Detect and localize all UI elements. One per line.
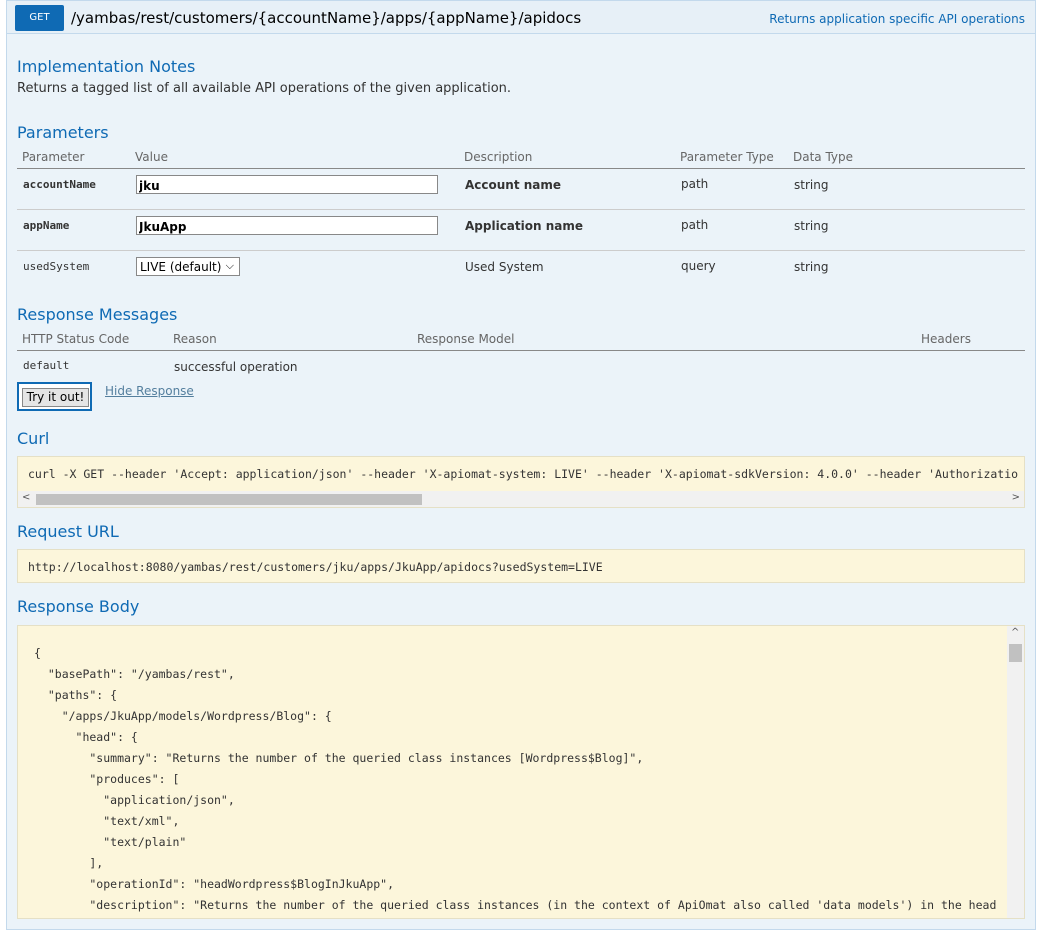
response-body-line: { xyxy=(34,646,41,660)
usedSystem-select-value: LIVE (default) xyxy=(140,260,222,274)
param-desc-appName: Application name xyxy=(465,219,584,233)
resp-col-status: HTTP Status Code xyxy=(22,332,130,346)
param-type-usedSystem: query xyxy=(681,259,716,273)
param-name-appName: appName xyxy=(23,219,70,232)
response-body-line: "application/json", xyxy=(34,793,235,807)
resp-code: default xyxy=(23,359,70,372)
param-desc-accountName: Account name xyxy=(465,178,562,192)
param-type-appName: path xyxy=(681,218,709,232)
endpoint-path[interactable]: /yambas/rest/customers/{accountName}/app… xyxy=(71,9,581,27)
response-body-line: "paths": { xyxy=(34,688,118,702)
method-badge[interactable]: GET xyxy=(15,5,64,31)
response-body-vertical-scrollbar[interactable]: ^ xyxy=(1007,626,1024,918)
parameters-heading: Parameters xyxy=(17,123,109,142)
param-col-parameter: Parameter xyxy=(22,150,85,164)
usedSystem-select[interactable]: LIVE (default) ⌵ xyxy=(136,257,240,276)
param-name-usedSystem: usedSystem xyxy=(23,260,90,273)
response-body-line: "text/plain" xyxy=(34,835,187,849)
response-body-line: "produces": [ xyxy=(34,772,180,786)
resp-reason: successful operation xyxy=(174,360,298,374)
response-messages-heading: Response Messages xyxy=(17,305,178,324)
try-it-out-label: Try it out! xyxy=(22,388,89,407)
response-body-line: "basePath": "/yambas/rest", xyxy=(34,667,235,681)
param-row-divider xyxy=(17,250,1025,251)
resp-col-headers: Headers xyxy=(921,332,971,346)
resp-col-model: Response Model xyxy=(417,332,515,346)
response-body-scroll-thumb[interactable] xyxy=(1009,644,1022,662)
arrow-up-icon[interactable]: ^ xyxy=(1011,627,1019,638)
response-body-block[interactable]: ^ { "basePath": "/yambas/rest", "paths":… xyxy=(17,625,1025,919)
try-it-out-button[interactable]: Try it out! xyxy=(17,382,92,411)
response-body-line: "description": "Returns the number of th… xyxy=(34,898,997,912)
param-col-value: Value xyxy=(135,150,168,164)
resp-col-reason: Reason xyxy=(173,332,217,346)
accountName-input[interactable] xyxy=(136,175,438,194)
response-body-line: "head": { xyxy=(34,730,138,744)
request-url-text: http://localhost:8080/yambas/rest/custom… xyxy=(28,560,603,574)
arrow-right-icon[interactable]: > xyxy=(1012,492,1020,503)
param-header-divider xyxy=(17,168,1025,169)
response-body-line: ], xyxy=(34,856,104,870)
param-desc-usedSystem: Used System xyxy=(465,260,544,274)
curl-scroll-thumb[interactable] xyxy=(36,494,422,505)
operation-header[interactable]: GET /yambas/rest/customers/{accountName}… xyxy=(6,0,1036,34)
arrow-left-icon[interactable]: < xyxy=(22,492,30,503)
param-datatype-appName: string xyxy=(794,219,829,233)
response-body-line: "/apps/JkuApp/models/Wordpress/Blog": { xyxy=(34,709,332,723)
appName-input[interactable] xyxy=(136,216,438,235)
curl-block: curl -X GET --header 'Accept: applicatio… xyxy=(17,456,1025,508)
curl-horizontal-scrollbar[interactable]: < > xyxy=(18,491,1024,507)
implementation-notes-text: Returns a tagged list of all available A… xyxy=(17,81,512,96)
curl-command: curl -X GET --header 'Accept: applicatio… xyxy=(28,467,1019,481)
operation-summary[interactable]: Returns application specific API operati… xyxy=(769,12,1025,26)
response-body-line: "operationId": "headWordpress$BlogInJkuA… xyxy=(34,877,395,891)
hide-response-link[interactable]: Hide Response xyxy=(105,384,194,398)
param-datatype-usedSystem: string xyxy=(794,260,829,274)
request-url-block: http://localhost:8080/yambas/rest/custom… xyxy=(17,549,1025,583)
chevron-down-icon: ⌵ xyxy=(225,259,234,272)
response-body-heading: Response Body xyxy=(17,597,140,616)
param-col-parameter-type: Parameter Type xyxy=(680,150,774,164)
response-body-line: "summary": "Returns the number of the qu… xyxy=(34,751,644,765)
param-col-description: Description xyxy=(464,150,533,164)
param-row-divider xyxy=(17,209,1025,210)
resp-header-divider xyxy=(17,350,1025,351)
param-datatype-accountName: string xyxy=(794,178,829,192)
response-body-line: "text/xml", xyxy=(34,814,180,828)
request-url-heading: Request URL xyxy=(17,522,119,541)
param-type-accountName: path xyxy=(681,177,709,191)
curl-heading: Curl xyxy=(17,429,50,448)
param-col-data-type: Data Type xyxy=(793,150,854,164)
implementation-notes-heading: Implementation Notes xyxy=(17,57,196,76)
param-name-accountName: accountName xyxy=(23,178,96,191)
